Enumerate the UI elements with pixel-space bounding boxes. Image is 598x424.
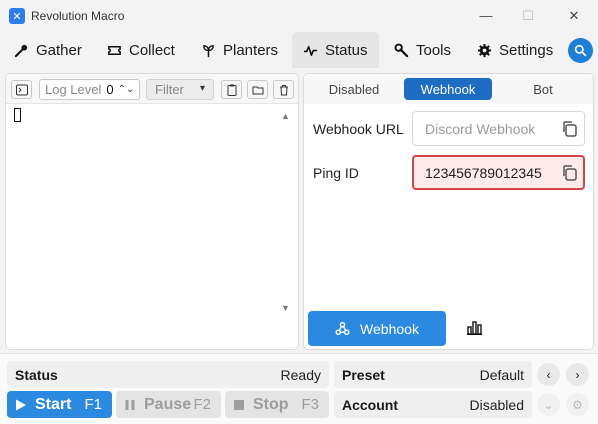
- title-bar: ✕ Revolution Macro — ☐ ✕: [0, 0, 598, 32]
- trash-icon: [279, 84, 288, 95]
- tab-status-label: Status: [325, 41, 368, 59]
- stop-icon: [234, 399, 244, 410]
- webhook-icon: [335, 321, 350, 336]
- pause-label: Pause: [144, 395, 192, 413]
- webhook-url-placeholder: Discord Webhook: [425, 120, 536, 137]
- filter-placeholder: Filter: [155, 82, 184, 97]
- window-title: Revolution Macro: [31, 9, 125, 23]
- tab-settings[interactable]: Settings: [477, 32, 553, 68]
- account-row: Account Disabled: [334, 391, 532, 418]
- pause-icon: [125, 399, 135, 410]
- close-button[interactable]: ✕: [563, 6, 585, 26]
- tab-gather-label: Gather: [36, 41, 82, 59]
- status-value: Ready: [280, 366, 321, 383]
- log-level-value: 0: [106, 82, 114, 97]
- maximize-button[interactable]: ☐: [517, 6, 539, 26]
- updown-chevron-icon: ⌃⌄: [117, 84, 135, 95]
- search-icon: [574, 44, 587, 57]
- preset-prev-button[interactable]: ‹: [537, 363, 560, 386]
- stop-button[interactable]: Stop F3: [225, 391, 329, 418]
- tab-planters[interactable]: Planters: [201, 32, 278, 68]
- tab-collect[interactable]: Collect: [107, 32, 175, 68]
- preset-row: Preset Default: [334, 361, 532, 388]
- account-dropdown-button[interactable]: ⌄: [537, 393, 560, 416]
- ping-id-label: Ping ID: [313, 165, 359, 181]
- chevron-down-icon: ▾: [199, 83, 205, 94]
- stop-label: Stop: [253, 395, 289, 413]
- webhook-button-label: Webhook: [360, 320, 419, 337]
- tab-status[interactable]: Status: [292, 32, 379, 68]
- main-tabs: Gather Collect Planters Status Tools Set…: [0, 32, 598, 68]
- start-hotkey: F1: [84, 396, 102, 413]
- pause-hotkey: F2: [193, 396, 211, 413]
- minimize-button[interactable]: —: [475, 6, 497, 26]
- activity-icon: [303, 45, 318, 56]
- wrench-icon: [394, 43, 409, 57]
- webhook-url-label: Webhook URL: [313, 121, 404, 137]
- tab-collect-label: Collect: [129, 41, 175, 59]
- log-level-select[interactable]: Log Level 0 ⌃⌄: [39, 79, 140, 100]
- chevron-down-icon: ⌄: [543, 397, 554, 412]
- status-label: Status: [15, 366, 58, 383]
- log-level-placeholder: Log Level: [45, 82, 102, 97]
- account-settings-button[interactable]: ⚙: [566, 393, 589, 416]
- bar-chart-icon[interactable]: [467, 321, 482, 335]
- account-value: Disabled: [469, 396, 524, 413]
- start-button[interactable]: Start F1: [7, 391, 112, 418]
- play-icon: [16, 399, 26, 410]
- search-button[interactable]: [568, 38, 593, 63]
- tab-tools-label: Tools: [416, 41, 452, 59]
- gather-icon: [14, 44, 28, 57]
- copy-icon[interactable]: [561, 164, 578, 181]
- preset-label: Preset: [342, 366, 385, 383]
- subtab-bot[interactable]: Bot: [502, 78, 584, 100]
- filter-select[interactable]: Filter ▾: [146, 79, 214, 100]
- preset-next-button[interactable]: ›: [566, 363, 589, 386]
- scroll-down-arrow[interactable]: ▼: [281, 303, 290, 313]
- subtab-disabled[interactable]: Disabled: [314, 78, 394, 100]
- webhook-test-button[interactable]: Webhook: [308, 311, 446, 346]
- account-label: Account: [342, 396, 398, 413]
- terminal-icon: [15, 84, 28, 95]
- pause-button[interactable]: Pause F2: [116, 391, 221, 418]
- log-panel: Log Level 0 ⌃⌄ Filter ▾ ▲ ▼: [5, 73, 299, 350]
- preset-value: Default: [479, 366, 524, 383]
- ping-id-value: 123456789012345: [425, 164, 542, 181]
- folder-icon: [252, 86, 263, 94]
- ticket-icon: [108, 45, 121, 55]
- bottom-bar: Status Ready Preset Default ‹ › Start F1…: [0, 353, 598, 424]
- open-folder-button[interactable]: [247, 80, 268, 99]
- status-panel: Disabled Webhook Bot Webhook URL Discord…: [303, 73, 594, 350]
- text-cursor: [14, 108, 21, 122]
- status-row: Status Ready: [7, 361, 329, 388]
- gear-icon: [477, 43, 492, 57]
- chevron-left-icon: ‹: [546, 367, 551, 382]
- tab-settings-label: Settings: [499, 41, 554, 59]
- subtab-webhook[interactable]: Webhook: [404, 78, 492, 100]
- ping-id-field[interactable]: 123456789012345: [412, 155, 585, 190]
- webhook-url-field[interactable]: Discord Webhook: [412, 111, 585, 146]
- app-logo-icon: ✕: [9, 8, 25, 24]
- stop-hotkey: F3: [301, 396, 319, 413]
- chevron-right-icon: ›: [575, 367, 580, 382]
- tab-gather[interactable]: Gather: [14, 32, 82, 68]
- clear-log-button[interactable]: [273, 80, 294, 99]
- console-button[interactable]: [11, 80, 32, 99]
- gear-icon: ⚙: [572, 397, 583, 412]
- clipboard-icon: [227, 84, 236, 96]
- tab-planters-label: Planters: [223, 41, 279, 59]
- start-label: Start: [35, 395, 72, 413]
- tab-tools[interactable]: Tools: [394, 32, 451, 68]
- planter-icon: [203, 44, 214, 57]
- scroll-up-arrow[interactable]: ▲: [281, 111, 290, 121]
- status-subtabs: Disabled Webhook Bot: [304, 74, 593, 104]
- paste-button[interactable]: [221, 80, 242, 99]
- copy-icon[interactable]: [561, 120, 578, 137]
